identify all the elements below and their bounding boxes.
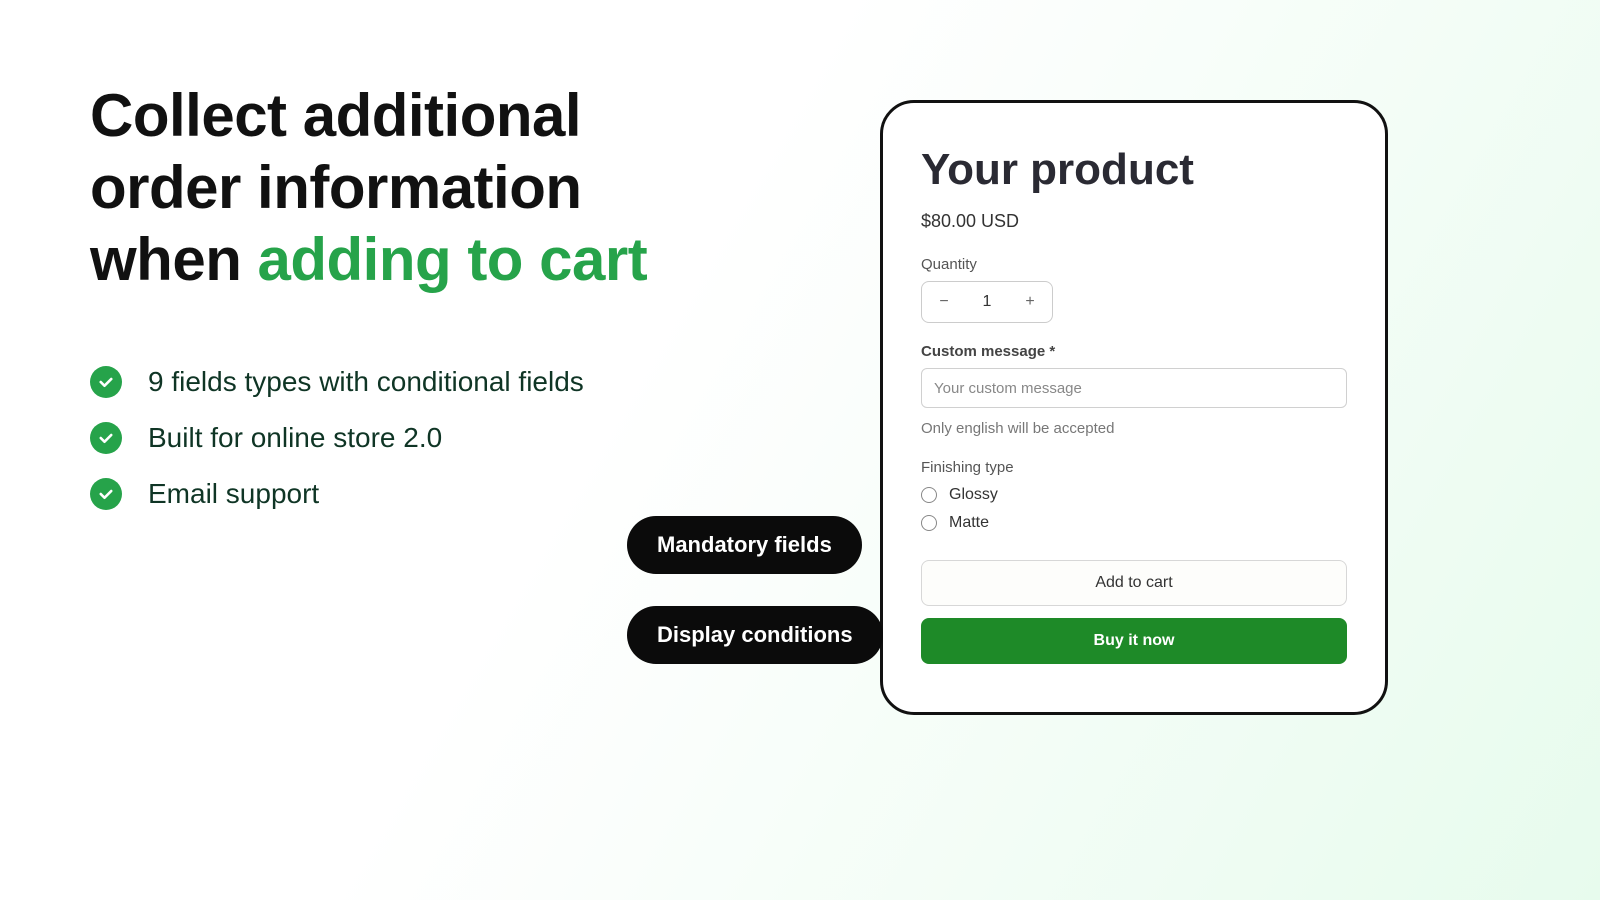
product-card: Your product $80.00 USD Quantity − 1 + C… xyxy=(880,100,1388,715)
headline-accent: adding to cart xyxy=(258,226,648,293)
check-icon xyxy=(90,366,122,398)
hero-left: Collect additional order information whe… xyxy=(90,80,730,510)
feature-item: 9 fields types with conditional fields xyxy=(90,366,730,398)
mandatory-fields-pill: Mandatory fields xyxy=(627,516,862,574)
quantity-stepper[interactable]: − 1 + xyxy=(921,281,1053,323)
finishing-options: Glossy Matte xyxy=(921,486,1347,532)
display-conditions-pill: Display conditions xyxy=(627,606,883,664)
feature-item: Built for online store 2.0 xyxy=(90,422,730,454)
product-price: $80.00 USD xyxy=(921,211,1347,232)
feature-text: Built for online store 2.0 xyxy=(148,422,442,454)
feature-text: Email support xyxy=(148,478,319,510)
finishing-option-glossy[interactable]: Glossy xyxy=(921,486,1347,504)
custom-message-label: Custom message * xyxy=(921,343,1347,360)
headline: Collect additional order information whe… xyxy=(90,80,730,296)
radio-icon xyxy=(921,487,937,503)
check-icon xyxy=(90,422,122,454)
finishing-label: Finishing type xyxy=(921,459,1347,476)
plus-icon[interactable]: + xyxy=(1020,293,1040,311)
headline-line3-prefix: when xyxy=(90,226,258,293)
headline-line1: Collect additional xyxy=(90,82,581,149)
finishing-option-matte[interactable]: Matte xyxy=(921,514,1347,532)
feature-text: 9 fields types with conditional fields xyxy=(148,366,584,398)
finishing-option-label: Glossy xyxy=(949,486,998,504)
buy-now-button[interactable]: Buy it now xyxy=(921,618,1347,664)
quantity-label: Quantity xyxy=(921,256,1347,273)
add-to-cart-button[interactable]: Add to cart xyxy=(921,560,1347,606)
check-icon xyxy=(90,478,122,510)
feature-item: Email support xyxy=(90,478,730,510)
feature-list: 9 fields types with conditional fields B… xyxy=(90,366,730,510)
radio-icon xyxy=(921,515,937,531)
custom-message-hint: Only english will be accepted xyxy=(921,420,1347,437)
headline-line2: order information xyxy=(90,154,582,221)
product-title: Your product xyxy=(921,145,1347,195)
quantity-value: 1 xyxy=(954,293,1020,311)
finishing-option-label: Matte xyxy=(949,514,989,532)
minus-icon[interactable]: − xyxy=(934,293,954,311)
custom-message-input[interactable] xyxy=(921,368,1347,408)
